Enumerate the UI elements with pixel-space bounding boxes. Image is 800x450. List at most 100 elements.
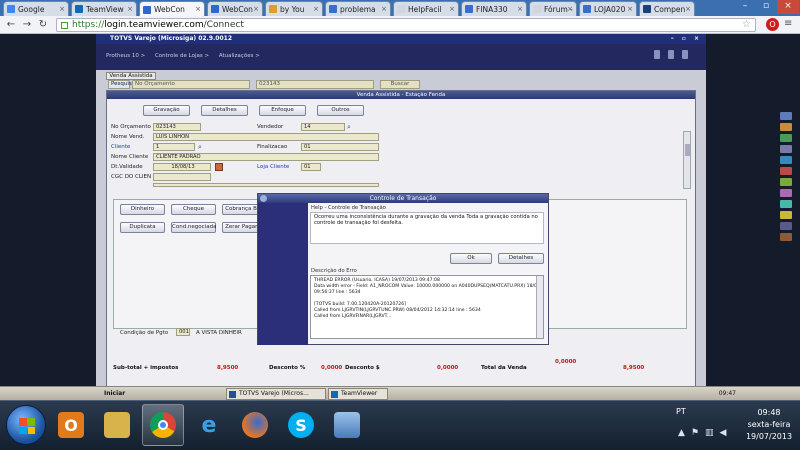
reload-icon[interactable]: ↻ [36, 18, 50, 32]
app-window-controls[interactable]: – ▫ × [671, 34, 702, 44]
tab-close-icon[interactable]: × [127, 5, 133, 13]
search-button[interactable]: Buscar [380, 80, 420, 89]
taskbar-skype[interactable]: S [280, 404, 322, 446]
gravacao-button[interactable]: Gravação [143, 105, 190, 116]
tab-venda-assistida[interactable]: Venda Assistida [106, 72, 156, 80]
tool-icon[interactable] [780, 134, 792, 142]
tab-close-icon[interactable]: × [313, 5, 319, 13]
tool-icon[interactable] [780, 222, 792, 230]
printer-icon[interactable] [654, 50, 660, 59]
remote-task-teamviewer[interactable]: TeamViewer [328, 388, 388, 400]
duplicata-button[interactable]: Duplicata [120, 222, 165, 233]
tab-close-icon[interactable]: × [685, 5, 691, 13]
tab-webconnect-active[interactable]: WebCon × [139, 1, 205, 17]
back-arrow-icon[interactable]: ← [4, 18, 18, 32]
tab-close-icon[interactable]: × [59, 5, 65, 13]
tool-icon[interactable] [780, 200, 792, 208]
detalhes-button[interactable]: Detalhes [201, 105, 248, 116]
show-hidden-icons-icon[interactable]: ▲ [678, 428, 691, 438]
language-indicator[interactable]: PT [676, 407, 686, 416]
tool-icon[interactable] [780, 211, 792, 219]
tab-loja020[interactable]: LOJA020 × [579, 1, 637, 16]
search-order-field[interactable]: No Orçamento [132, 80, 250, 89]
minimize-icon[interactable]: – [735, 0, 755, 14]
remote-start-button[interactable]: Iniciar [94, 388, 125, 400]
tool-icon[interactable] [780, 112, 792, 120]
taskbar-firefox[interactable] [234, 404, 276, 446]
breadcrumb-controle-lojas[interactable]: Controle de Lojas > [155, 53, 209, 59]
vendedor-lookup-icon[interactable]: ⌕ [347, 123, 355, 131]
tab-close-icon[interactable]: × [567, 5, 573, 13]
cond-pgto-code-field[interactable]: 001 [176, 328, 190, 336]
taskbar-explorer[interactable] [96, 404, 138, 446]
tool-icon[interactable] [780, 178, 792, 186]
desc-scrollbar[interactable] [536, 276, 543, 338]
tab-forum[interactable]: Fórum - I × [529, 1, 577, 16]
close-window-icon[interactable]: × [777, 0, 799, 14]
cliente-field[interactable]: 1 [153, 143, 195, 151]
tab-close-icon[interactable]: × [449, 5, 455, 13]
detalhes-dialog-button[interactable]: Detalhes [498, 253, 544, 264]
form-scrollbar[interactable] [683, 131, 691, 189]
tool-icon[interactable] [780, 233, 792, 241]
extra-field-partial[interactable] [153, 183, 379, 187]
chrome-menu-icon[interactable]: ≡ [784, 18, 796, 31]
nome-vend-field[interactable]: LUIS LINHON [153, 133, 379, 141]
search-value-field[interactable]: 023143 [256, 80, 374, 89]
tool-icon[interactable] [780, 156, 792, 164]
taskbar-internet-explorer[interactable]: e [188, 404, 230, 446]
lock-icon[interactable] [668, 50, 674, 59]
windows-start-button[interactable] [6, 405, 46, 445]
cheque-button[interactable]: Cheque [171, 204, 216, 215]
network-icon[interactable]: ▥ [705, 428, 720, 438]
tab-close-icon[interactable]: × [517, 5, 523, 13]
tool-icon[interactable] [780, 167, 792, 175]
outros-button[interactable]: Outros [317, 105, 364, 116]
breadcrumb-atualizacoes[interactable]: Atualizações > [219, 53, 260, 59]
finalizacao-field[interactable]: 01 [301, 143, 379, 151]
calendar-icon[interactable] [215, 163, 223, 171]
opera-extension-icon[interactable]: O [766, 18, 779, 31]
tool-icon[interactable] [780, 145, 792, 153]
cond-negociada-button[interactable]: Cond.negociada [171, 222, 216, 233]
tab-webconnect[interactable]: WebCon × [207, 1, 263, 16]
cgc-field[interactable] [153, 173, 211, 181]
vendedor-field[interactable]: 14 [301, 123, 345, 131]
tab-close-icon[interactable]: × [195, 5, 201, 13]
loja-cliente-field[interactable]: 01 [301, 163, 321, 171]
ok-button[interactable]: Ok [450, 253, 492, 264]
tab-close-icon[interactable]: × [253, 5, 259, 13]
cliente-lookup-icon[interactable]: ⌕ [198, 143, 206, 151]
tab-google[interactable]: Google × [3, 1, 69, 16]
nome-cliente-field[interactable]: CLIENTE PADRAO [153, 153, 379, 161]
orcamento-field[interactable]: 023143 [153, 123, 201, 131]
error-description-box[interactable]: THREAD ERROR (Usuario, ICASA) 19/07/2013… [310, 275, 544, 339]
maximize-icon[interactable]: ▫ [756, 0, 776, 14]
tab-problema[interactable]: problema × [325, 1, 391, 16]
tab-helpfacil[interactable]: HelpFacil × [393, 1, 459, 16]
exit-icon[interactable] [682, 50, 688, 59]
tab-close-icon[interactable]: × [627, 5, 633, 13]
tab-close-icon[interactable]: × [381, 5, 387, 13]
flag-icon[interactable]: ⚑ [691, 428, 705, 438]
remote-task-totvs[interactable]: TOTVS Varejo (Micros... [226, 388, 326, 400]
forward-arrow-icon[interactable]: → [20, 18, 34, 32]
tab-fina330[interactable]: FINA330 × [461, 1, 527, 16]
tool-icon[interactable] [780, 189, 792, 197]
dinheiro-button[interactable]: Dinheiro [120, 204, 165, 215]
tab-compensacao[interactable]: Compen × [639, 1, 695, 16]
scroll-thumb[interactable] [685, 144, 690, 156]
taskbar-app[interactable] [326, 404, 368, 446]
star-bookmark-icon[interactable]: ☆ [742, 19, 751, 30]
taskbar-outlook[interactable]: O [50, 404, 92, 446]
validade-field[interactable]: 18/08/13 [153, 163, 211, 171]
volume-icon[interactable]: ◀ [720, 428, 733, 438]
tool-icon[interactable] [780, 123, 792, 131]
taskbar-chrome[interactable] [142, 404, 184, 446]
breadcrumb-protheus[interactable]: Protheus 10 > [106, 53, 145, 59]
system-clock[interactable]: 09:48 sexta-feira 19/07/2013 [742, 407, 796, 443]
address-bar[interactable]: https://login.teamviewer.com/Connect ☆ [56, 18, 756, 32]
enfoque-button[interactable]: Enfoque [259, 105, 306, 116]
tab-teamviewer[interactable]: TeamView × [71, 1, 137, 16]
tab-by-you[interactable]: by You × [265, 1, 323, 16]
